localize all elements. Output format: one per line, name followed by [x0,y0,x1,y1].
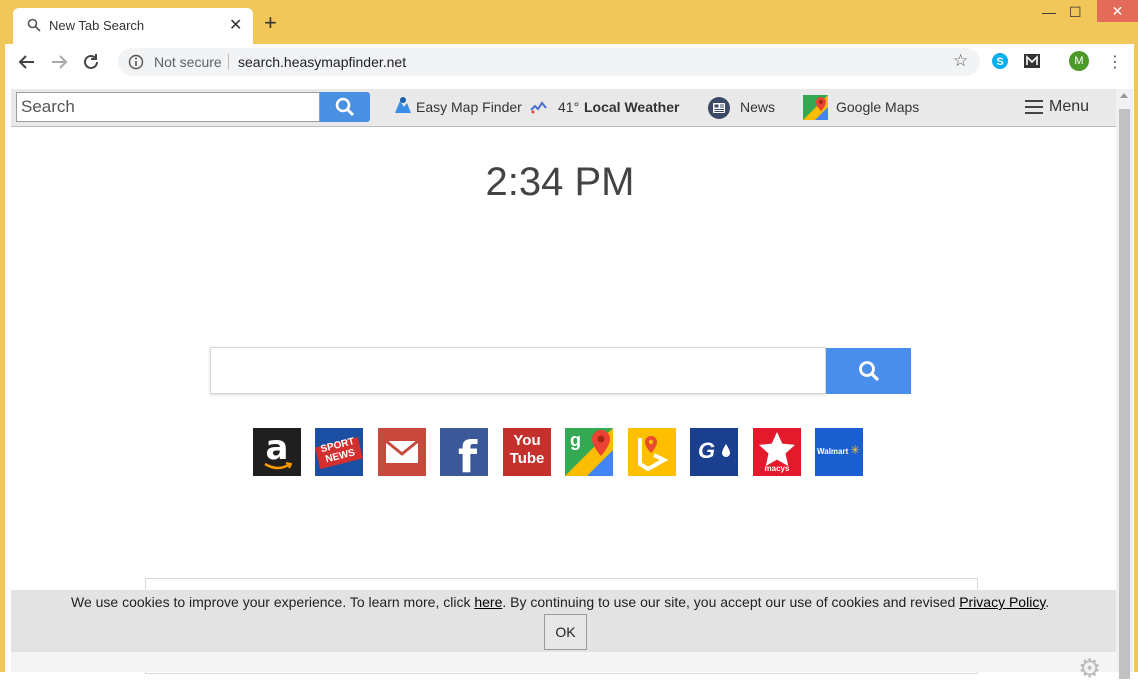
skype-extension-icon[interactable]: S [991,52,1009,70]
browser-tab[interactable]: New Tab Search ✕ [13,8,253,44]
minimize-button[interactable]: — [1042,4,1056,20]
cookie-message: We use cookies to improve your experienc… [71,594,1049,610]
new-tab-button[interactable]: + [264,12,277,34]
window-frame-right [1134,0,1138,672]
macys-shortcut[interactable]: macys [753,428,801,476]
profile-avatar[interactable]: M [1069,51,1089,71]
google-g-label: g [570,430,581,450]
search-icon [858,361,879,382]
browser-toolbar: Not secure search.heasymapfinder.net ☆ S… [5,44,1134,80]
gasbuddy-icon: G [698,438,716,463]
bookmark-star-icon[interactable]: ☆ [953,51,968,71]
tab-close-icon[interactable]: ✕ [229,15,242,35]
main-search-input[interactable] [210,347,826,394]
gmail-envelope-icon [385,439,419,463]
main-search-button[interactable] [826,348,911,394]
news-icon [708,97,730,119]
cookie-text-middle: . By continuing to use our site, you acc… [502,594,960,610]
maximize-button[interactable]: ☐ [1069,4,1082,21]
weather-temperature[interactable]: 41° [558,99,579,115]
page-footer [11,652,1116,672]
weather-icon [530,101,547,114]
easy-map-finder-icon [395,97,411,113]
menu-link[interactable]: Menu [1049,98,1089,116]
top-search-button[interactable] [320,92,370,122]
security-status[interactable]: Not secure [154,54,222,70]
address-bar[interactable]: Not secure search.heasymapfinder.net ☆ [118,48,980,76]
facebook-icon: f [458,432,478,476]
privacy-policy-link[interactable]: Privacy Policy [959,594,1045,610]
gmail-shortcut[interactable] [378,428,426,476]
tab-search-icon [27,18,41,32]
amazon-shortcut[interactable]: a [253,428,301,476]
tab-title: New Tab Search [49,18,145,33]
youtube-icon: You Tube [509,432,545,467]
easy-map-finder-link[interactable]: Easy Map Finder [416,99,522,115]
walmart-spark-icon: ✳ [850,443,861,457]
cookie-text-end: . [1045,594,1050,610]
google-maps-icon [803,95,828,120]
top-search-input[interactable] [16,92,320,122]
settings-gear-icon[interactable]: ⚙ [1078,655,1101,681]
scroll-up-arrow[interactable] [1120,93,1128,98]
close-window-button[interactable]: ✕ [1097,0,1138,22]
news-link[interactable]: News [740,99,775,115]
info-icon[interactable] [128,54,144,70]
forward-arrow-icon[interactable] [50,53,68,71]
site-top-bar: Easy Map Finder 41° Local Weather News G… [11,89,1116,127]
search-icon [335,97,355,117]
macys-label: macys [764,464,790,473]
address-separator [228,54,229,70]
fuel-drop-icon [722,444,730,457]
gasbuddy-shortcut[interactable]: G [690,428,738,476]
window-frame-left [0,0,5,672]
url-text[interactable]: search.heasymapfinder.net [238,54,406,70]
sport-news-shortcut[interactable]: SPORT NEWS [315,428,363,476]
cookie-ok-button[interactable]: OK [544,614,587,650]
hamburger-menu-icon[interactable] [1025,100,1043,114]
clock-display: 2:34 PM [485,160,635,204]
scrollbar-thumb[interactable] [1119,109,1130,679]
back-arrow-icon[interactable] [18,53,36,71]
reload-icon[interactable] [82,53,100,71]
cookie-here-link[interactable]: here [474,594,502,610]
facebook-shortcut[interactable]: f [440,428,488,476]
cookie-banner: We use cookies to improve your experienc… [11,590,1116,652]
youtube-shortcut[interactable]: You Tube [503,428,551,476]
amazon-smile-icon [264,462,292,470]
browser-menu-icon[interactable]: ⋮ [1107,52,1123,72]
svg-text:S: S [996,56,1003,68]
walmart-label: Walmart [817,447,849,456]
google-maps-link[interactable]: Google Maps [836,99,919,115]
local-weather-link[interactable]: Local Weather [584,99,679,115]
bing-maps-icon [638,436,669,472]
google-maps-shortcut[interactable]: g [565,428,613,476]
cookie-text-start: We use cookies to improve your experienc… [71,594,475,610]
bing-maps-shortcut[interactable] [628,428,676,476]
extension-m-icon[interactable] [1023,52,1041,70]
walmart-shortcut[interactable]: Walmart ✳ [815,428,863,476]
